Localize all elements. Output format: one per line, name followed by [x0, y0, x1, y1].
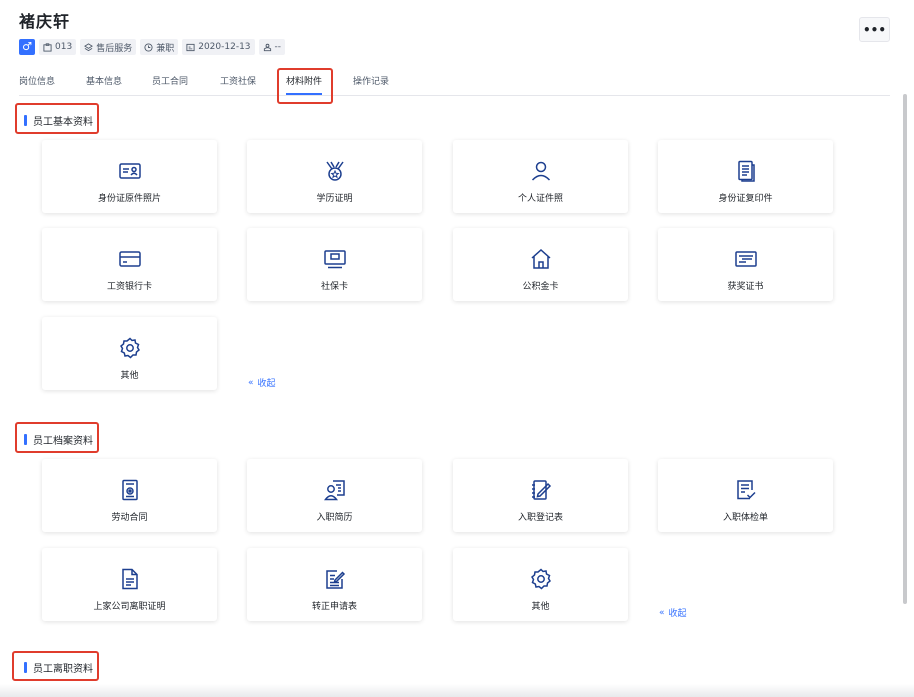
- resume-icon: [323, 480, 345, 501]
- gear-icon: [119, 337, 140, 359]
- highlight-box-resignation: [12, 651, 99, 681]
- tab-bar: 岗位信息 基本信息 员工合同 工资社保 材料附件 操作记录: [19, 68, 890, 96]
- registration-form-icon: [531, 480, 551, 500]
- double-chevron-left-icon: «: [248, 377, 254, 388]
- bottom-edge-shadow: [0, 684, 914, 697]
- attachment-card-medical-check[interactable]: 入职体检单: [658, 459, 833, 532]
- attachment-card-labor-contract[interactable]: 劳动合同: [42, 459, 217, 532]
- medical-check-icon: [736, 480, 756, 500]
- employee-meta: ♂ 013 售后服务 兼职 2020-12-13 --: [19, 39, 286, 55]
- attachment-card-id-copy[interactable]: 身份证复印件: [658, 140, 833, 213]
- employee-id-tag: 013: [39, 39, 77, 55]
- attachment-card-id-original[interactable]: 身份证原件照片: [42, 140, 217, 213]
- gear-icon: [530, 568, 551, 590]
- attachment-card-housing-fund[interactable]: 公积金卡: [453, 228, 628, 301]
- attachment-card-education[interactable]: 学历证明: [247, 140, 422, 213]
- bank-card-icon: [118, 251, 141, 267]
- id-card-icon: [118, 163, 141, 179]
- highlight-box-basic: [15, 103, 99, 134]
- tab-basic-info[interactable]: 基本信息: [86, 74, 122, 87]
- tab-contract[interactable]: 员工合同: [152, 74, 188, 87]
- person-outline-icon: [263, 43, 271, 51]
- tab-operation-log[interactable]: 操作记录: [353, 74, 389, 87]
- attachment-card-bank-card[interactable]: 工资银行卡: [42, 228, 217, 301]
- collapse-archive-button[interactable]: « 收起: [659, 606, 687, 620]
- collapse-basic-button[interactable]: « 收起: [248, 376, 276, 390]
- calendar-icon: [186, 43, 195, 51]
- attachment-card-regularization[interactable]: 转正申请表: [247, 548, 422, 621]
- tab-position-info[interactable]: 岗位信息: [19, 74, 55, 87]
- certificate-icon: [734, 251, 757, 267]
- attachment-card-other-basic[interactable]: 其他: [42, 317, 217, 390]
- employee-name: 褚庆轩: [19, 12, 71, 31]
- highlight-box-archive: [15, 422, 99, 453]
- medal-icon: [325, 161, 344, 181]
- attachment-card-resume[interactable]: 入职简历: [247, 459, 422, 532]
- house-icon: [531, 248, 550, 269]
- department-tag: 售后服务: [80, 39, 137, 55]
- edit-form-icon: [325, 570, 345, 589]
- tab-salary-insurance[interactable]: 工资社保: [220, 74, 256, 87]
- file-icon: [121, 568, 138, 590]
- layers-icon: [84, 42, 94, 51]
- more-actions-button[interactable]: •••: [859, 17, 890, 42]
- attachment-card-award-certificate[interactable]: 获奖证书: [658, 228, 833, 301]
- male-icon: ♂: [19, 39, 35, 55]
- employment-type-tag: 兼职: [140, 39, 179, 55]
- contract-icon: [121, 479, 138, 501]
- hire-date-tag: 2020-12-13: [182, 39, 255, 55]
- person-icon: [531, 161, 550, 181]
- highlight-box-tab: [277, 68, 333, 104]
- vertical-scrollbar[interactable]: [903, 94, 907, 604]
- attachment-card-registration-form[interactable]: 入职登记表: [453, 459, 628, 532]
- badge-icon: [43, 42, 52, 52]
- double-chevron-left-icon: «: [659, 607, 665, 618]
- document-copy-icon: [737, 160, 755, 182]
- employee-header: 褚庆轩 ♂ 013 售后服务 兼职 2020-12-13 --: [19, 8, 286, 55]
- attachment-card-prev-resignation[interactable]: 上家公司离职证明: [42, 548, 217, 621]
- attachment-card-social-security[interactable]: 社保卡: [247, 228, 422, 301]
- manager-tag: --: [258, 39, 286, 55]
- social-card-icon: [323, 250, 346, 269]
- attachment-card-id-photo[interactable]: 个人证件照: [453, 140, 628, 213]
- attachment-card-other-archive[interactable]: 其他: [453, 548, 628, 621]
- clock-icon: [144, 42, 153, 52]
